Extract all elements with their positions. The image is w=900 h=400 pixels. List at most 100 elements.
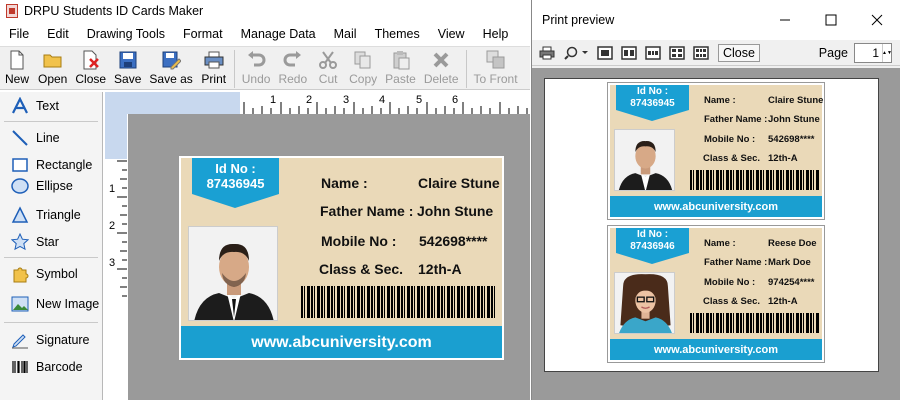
one-page-icon — [597, 45, 613, 60]
tool-new-image[interactable]: New Image — [0, 290, 102, 317]
name-value[interactable]: Claire Stune — [418, 175, 500, 191]
ellipse-icon — [10, 176, 30, 196]
menu-file[interactable]: File — [0, 27, 38, 41]
menu-drawing-tools[interactable]: Drawing Tools — [78, 27, 174, 41]
page-number-spinner[interactable]: 1 ▲▼ — [854, 42, 892, 63]
ruler-label: 2 — [109, 220, 115, 232]
name-label[interactable]: Name : — [321, 175, 368, 191]
menu-format[interactable]: Format — [174, 27, 232, 41]
page-number-value: 1 — [872, 45, 879, 60]
preview-id-card: Id No : 87436946 Name: Reese Doe Father… — [607, 225, 825, 363]
student-portrait-image — [615, 273, 674, 333]
close-file-icon — [83, 50, 99, 70]
horizontal-ruler[interactable]: 1 2 3 4 5 6 — [130, 92, 530, 114]
copy-icon — [354, 51, 371, 69]
drawing-tools-panel: Text Line Rectangle Ellipse Triangle Sta… — [0, 92, 103, 400]
id-value: 87436945 — [206, 176, 265, 191]
menu-help[interactable]: Help — [474, 27, 518, 41]
redo-button[interactable]: Redo — [274, 50, 311, 86]
open-button[interactable]: Open — [34, 50, 71, 86]
ruler-label: 2 — [306, 94, 312, 106]
design-canvas[interactable]: Id No : 87436945 Name : Claire Stune Fat… — [128, 114, 530, 400]
vertical-ruler[interactable]: 1 2 3 — [105, 114, 127, 400]
two-pages-button[interactable] — [620, 45, 638, 61]
print-button[interactable]: Print — [197, 50, 231, 86]
student-barcode[interactable] — [301, 286, 497, 318]
six-pages-button[interactable] — [692, 45, 710, 61]
star-icon — [10, 232, 30, 252]
save-as-button[interactable]: Save as — [145, 50, 196, 86]
printer-icon — [539, 46, 555, 59]
zoom-button[interactable] — [562, 45, 590, 61]
tool-ellipse[interactable]: Ellipse — [0, 172, 102, 199]
minimize-icon — [780, 19, 790, 21]
three-pages-icon — [645, 45, 661, 60]
mobile-label[interactable]: Mobile No : — [321, 233, 396, 249]
tool-line[interactable]: Line — [0, 124, 102, 151]
paste-button[interactable]: Paste — [381, 50, 420, 86]
class-label: Class & Sec. — [703, 153, 761, 164]
tool-star[interactable]: Star — [0, 228, 102, 255]
tool-symbol[interactable]: Symbol — [0, 260, 102, 287]
save-button[interactable]: Save — [110, 50, 145, 86]
menu-mail[interactable]: Mail — [325, 27, 366, 41]
tool-signature[interactable]: Signature — [0, 326, 102, 353]
menu-bar: File Edit Drawing Tools Format Manage Da… — [0, 23, 530, 45]
name-value: Reese Doe — [768, 238, 817, 249]
text-a-icon — [10, 96, 30, 116]
magnifier-chevron-icon — [564, 46, 588, 60]
preview-page-area[interactable]: Id No : 87436945 Name : Claire Stune Fat… — [532, 68, 900, 400]
redo-icon — [283, 51, 301, 67]
three-pages-button[interactable] — [644, 45, 662, 61]
one-page-button[interactable] — [596, 45, 614, 61]
window-close-button[interactable] — [854, 0, 900, 40]
ruler-label: 1 — [109, 183, 115, 195]
delete-x-icon — [433, 52, 449, 68]
maximize-icon — [825, 14, 837, 26]
toolbar-divider — [233, 50, 235, 88]
copy-button[interactable]: Copy — [345, 50, 381, 86]
preview-print-button[interactable] — [538, 45, 556, 61]
four-pages-button[interactable] — [668, 45, 686, 61]
menu-themes[interactable]: Themes — [366, 27, 429, 41]
class-label[interactable]: Class & Sec. — [319, 261, 403, 277]
undo-button[interactable]: Undo — [238, 50, 275, 86]
website-footer[interactable]: www.abcuniversity.com — [181, 326, 502, 358]
spinner-arrows-icon[interactable]: ▲▼ — [882, 43, 892, 62]
class-value[interactable]: 12th-A — [418, 261, 462, 277]
id-badge-arrow — [616, 253, 689, 264]
cut-button[interactable]: Cut — [311, 50, 345, 86]
tool-barcode[interactable]: Barcode — [0, 353, 102, 380]
divider — [4, 257, 98, 258]
main-toolbar: New Open Close Save Save as Print Undo R… — [0, 46, 530, 90]
page-label: Page — [818, 45, 848, 60]
id-badge-arrow — [616, 110, 689, 121]
maximize-button[interactable] — [808, 0, 854, 40]
id-card[interactable]: Id No : 87436945 Name : Claire Stune Fat… — [178, 155, 505, 361]
name-label: Name : — [704, 238, 736, 249]
student-photo — [614, 129, 675, 191]
undo-icon — [248, 51, 266, 67]
menu-manage-data[interactable]: Manage Data — [232, 27, 325, 41]
father-name-value[interactable]: John Stune — [417, 203, 493, 219]
tool-text[interactable]: Text — [0, 92, 102, 119]
ruler-label: 4 — [379, 94, 385, 106]
divider — [4, 322, 98, 323]
menu-view[interactable]: View — [429, 27, 474, 41]
father-name-label[interactable]: Father Name : — [320, 203, 413, 219]
student-photo[interactable] — [188, 226, 278, 321]
preview-close-button[interactable]: Close — [718, 43, 760, 62]
tool-triangle[interactable]: Triangle — [0, 201, 102, 228]
minimize-button[interactable] — [762, 0, 808, 40]
close-button[interactable]: Close — [71, 50, 110, 86]
menu-edit[interactable]: Edit — [38, 27, 78, 41]
id-number-badge[interactable]: Id No : 87436945 — [192, 158, 279, 194]
to-front-button[interactable]: To Front — [470, 50, 522, 86]
new-button[interactable]: New — [0, 50, 34, 86]
delete-button[interactable]: Delete — [420, 50, 463, 86]
preview-sheet: Id No : 87436945 Name : Claire Stune Fat… — [544, 78, 879, 372]
mobile-value[interactable]: 542698**** — [419, 233, 488, 249]
six-pages-icon — [693, 45, 709, 60]
ruler-label: 3 — [109, 257, 115, 269]
ruler-corner — [105, 92, 130, 114]
